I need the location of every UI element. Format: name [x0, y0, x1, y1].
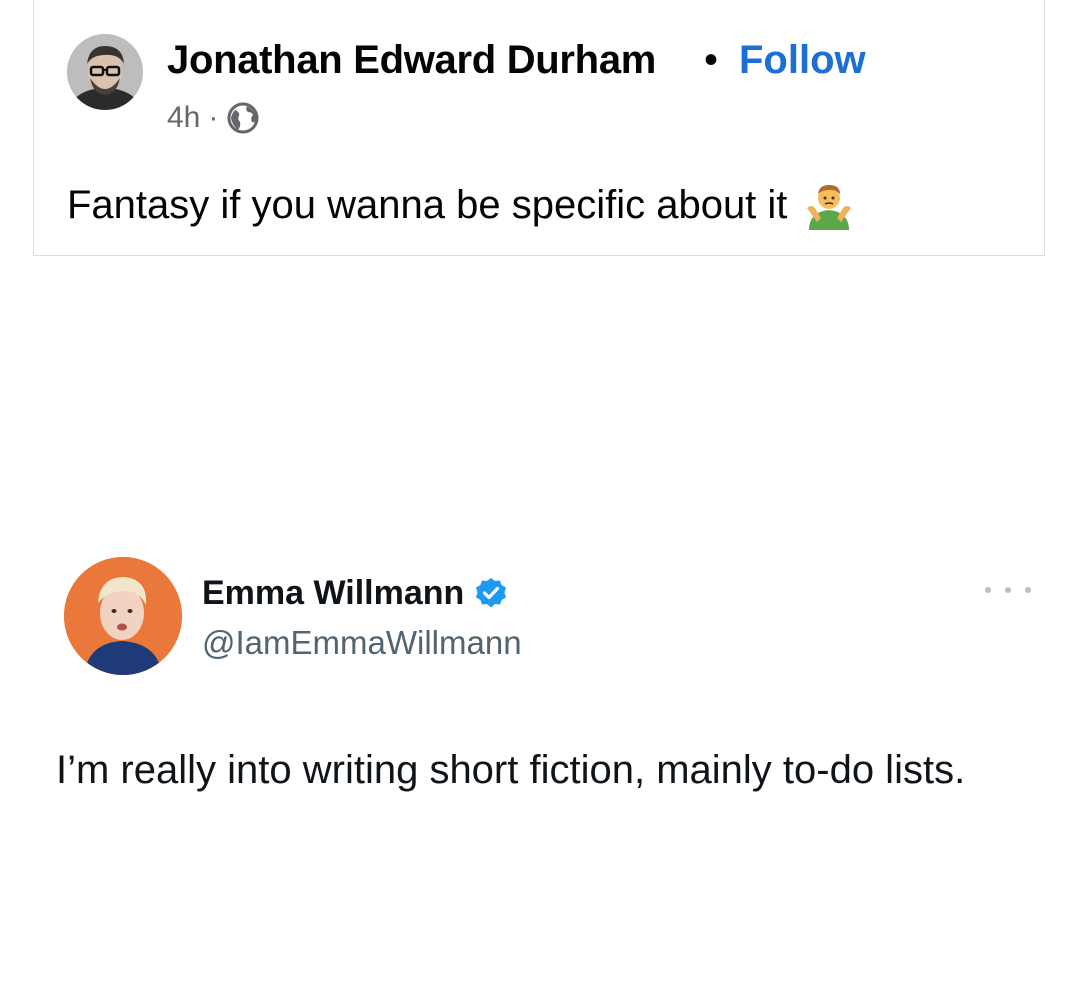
tweet-handle: @IamEmmaWillmann [202, 624, 522, 661]
globe-icon[interactable] [226, 101, 260, 135]
meta-separator: · [208, 101, 219, 134]
post-meta: 4h · [167, 98, 260, 138]
more-dot [1025, 587, 1031, 593]
tweet-name-row: Emma Willmann [202, 571, 508, 615]
post-text: Fantasy if you wanna be specific about i… [67, 183, 788, 227]
facebook-post: Jonathan Edward Durham • Follow 4h · Fan… [33, 0, 1045, 256]
tweet-author-name: Emma Willmann [202, 574, 465, 612]
tweet-avatar-image [64, 557, 182, 675]
tweet-text: I’m really into writing short fiction, m… [56, 748, 966, 792]
follow-button[interactable]: Follow [739, 34, 866, 86]
more-dot [1005, 587, 1011, 593]
tweet-avatar [64, 557, 182, 675]
name-separator: • [704, 38, 719, 82]
more-dot [985, 587, 991, 593]
more-options-icon [985, 579, 1031, 601]
author-avatar[interactable] [67, 34, 143, 110]
post-text-row: Fantasy if you wanna be specific about i… [67, 178, 855, 232]
verified-badge-icon [474, 576, 508, 610]
person-shrugging-icon [803, 178, 855, 230]
author-name[interactable]: Jonathan Edward Durham [167, 34, 656, 86]
author-avatar-image [67, 34, 143, 110]
post-time[interactable]: 4h [167, 101, 200, 135]
embedded-tweet-image: Emma Willmann @IamEmmaWillmann I’m reall… [40, 543, 1050, 883]
